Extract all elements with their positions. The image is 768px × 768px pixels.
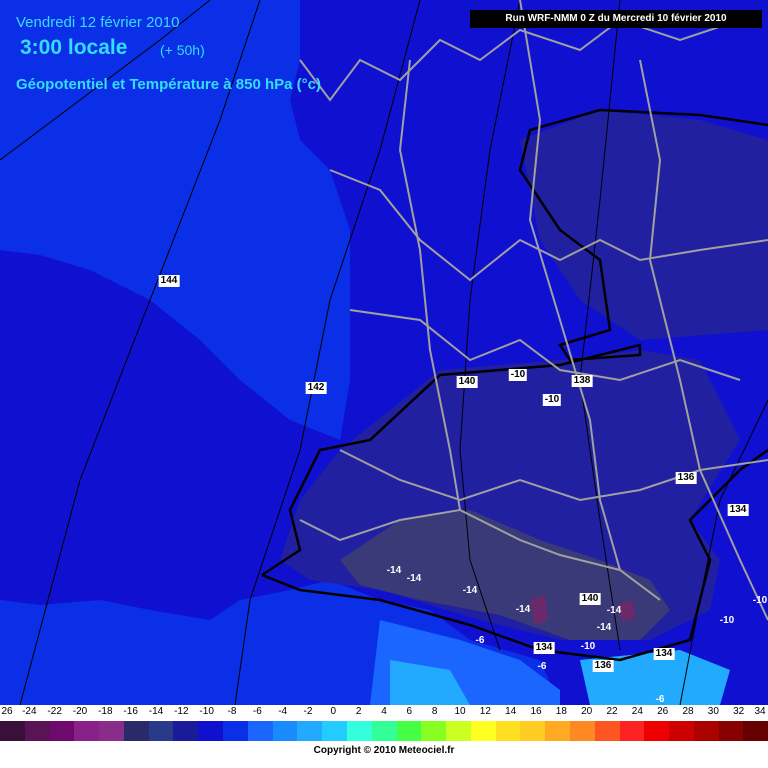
scale-tick-label: 6 (406, 706, 413, 717)
scale-tick-label: -2 (303, 706, 313, 717)
color-swatch (49, 721, 75, 741)
scale-tick-label: -14 (148, 706, 164, 717)
scale-tick-label: 2 (355, 706, 362, 717)
contour-label: 134 (653, 648, 675, 660)
contour-label: -10 (580, 641, 596, 652)
contour-label: -6 (537, 661, 547, 672)
color-swatch (346, 721, 372, 741)
contour-label: -14 (406, 573, 422, 584)
color-swatch (520, 721, 546, 741)
contour-label: -14 (386, 565, 402, 576)
color-swatch (272, 721, 298, 741)
contour-label: 140 (579, 593, 601, 605)
color-swatch (644, 721, 670, 741)
scale-tick-label: 24 (631, 706, 643, 717)
color-swatch (718, 721, 744, 741)
contour-label: 144 (158, 275, 180, 287)
color-swatch (198, 721, 224, 741)
contour-label: 134 (533, 642, 555, 654)
scale-tick-label: 18 (555, 706, 567, 717)
copyright: Copyright © 2010 Meteociel.fr (313, 745, 455, 756)
scale-tick-label: 26 (657, 706, 669, 717)
scale-tick-label: 4 (381, 706, 387, 717)
color-swatch (223, 721, 248, 741)
forecast-date: Vendredi 12 février 2010 (16, 14, 180, 31)
contour-label: -14 (462, 585, 478, 596)
contour-label: -10 (542, 394, 562, 406)
scale-tick-label: 28 (682, 706, 694, 717)
contour-label: -14 (515, 604, 531, 615)
color-swatch (421, 721, 447, 741)
contour-label: -6 (475, 635, 485, 646)
contour-label: -10 (752, 595, 768, 606)
scale-tick-label: -20 (72, 706, 88, 717)
contour-label: -10 (508, 369, 528, 381)
scale-tick-label: 32 (733, 706, 745, 717)
contour-label: 136 (675, 472, 697, 484)
color-swatch (446, 721, 471, 741)
color-swatch (74, 721, 100, 741)
contour-label: 134 (727, 504, 749, 516)
contour-label: 140 (456, 376, 478, 388)
color-swatch (371, 721, 397, 741)
scale-tick-label: 26 (1, 706, 13, 717)
scale-tick-label: 30 (707, 706, 719, 717)
scale-tick-label: 16 (530, 706, 542, 717)
color-swatch (99, 721, 124, 741)
scale-tick-label: 14 (505, 706, 517, 717)
color-swatch (322, 721, 347, 741)
contour-label: 136 (592, 660, 614, 672)
color-swatch (669, 721, 694, 741)
scale-tick-label: 0 (330, 706, 337, 717)
scale-tick-label: -8 (227, 706, 237, 717)
color-swatch (24, 721, 50, 741)
color-swatch (693, 721, 719, 741)
contour-label: -14 (596, 622, 612, 633)
forecast-map (0, 0, 768, 705)
scale-tick-label: -10 (199, 706, 214, 717)
color-swatch (0, 721, 25, 741)
scale-tick-label: 22 (606, 706, 618, 717)
scale-tick-label: -18 (98, 706, 113, 717)
color-swatch (619, 721, 645, 741)
scale-tick-label: 8 (431, 706, 438, 717)
color-swatch (594, 721, 620, 741)
scale-tick-label: -24 (22, 706, 37, 717)
parameter-title: Géopotentiel et Température à 850 hPa (°… (16, 76, 321, 93)
color-swatch (247, 721, 273, 741)
scale-tick-label: -4 (278, 706, 288, 717)
scale-tick-label: -6 (252, 706, 262, 717)
model-run-banner: Run WRF-NMM 0 Z du Mercredi 10 février 2… (470, 10, 762, 28)
scale-tick-label: -22 (47, 706, 62, 717)
contour-label: 138 (571, 375, 593, 387)
lead-time: (+ 50h) (160, 42, 205, 58)
scale-tick-label: 10 (454, 706, 466, 717)
color-swatch (545, 721, 570, 741)
color-swatch (297, 721, 323, 741)
color-swatch (495, 721, 521, 741)
contour-label: 142 (305, 382, 327, 394)
color-swatch (148, 721, 174, 741)
legend-ticks: 26 -24 -22 -20 -18 -16 -14 -12 -10 -8 -6 -4 -2 0 2 4 6 8 1… (0, 705, 768, 719)
scale-tick-label: 12 (479, 706, 491, 717)
color-swatch (470, 721, 496, 741)
contour-label: -14 (606, 605, 622, 616)
scale-tick-label: -12 (174, 706, 189, 717)
forecast-time: 3:00 locale (20, 36, 128, 59)
scale-tick-label: 20 (581, 706, 593, 717)
contour-label: -10 (719, 615, 735, 626)
color-swatch (173, 721, 199, 741)
color-swatch (123, 721, 149, 741)
color-scale-bar (0, 721, 768, 741)
scale-tick-label: 34 (754, 706, 766, 717)
color-swatch (743, 721, 768, 741)
color-swatch (569, 721, 595, 741)
color-swatch (396, 721, 422, 741)
scale-tick-label: -16 (123, 706, 138, 717)
